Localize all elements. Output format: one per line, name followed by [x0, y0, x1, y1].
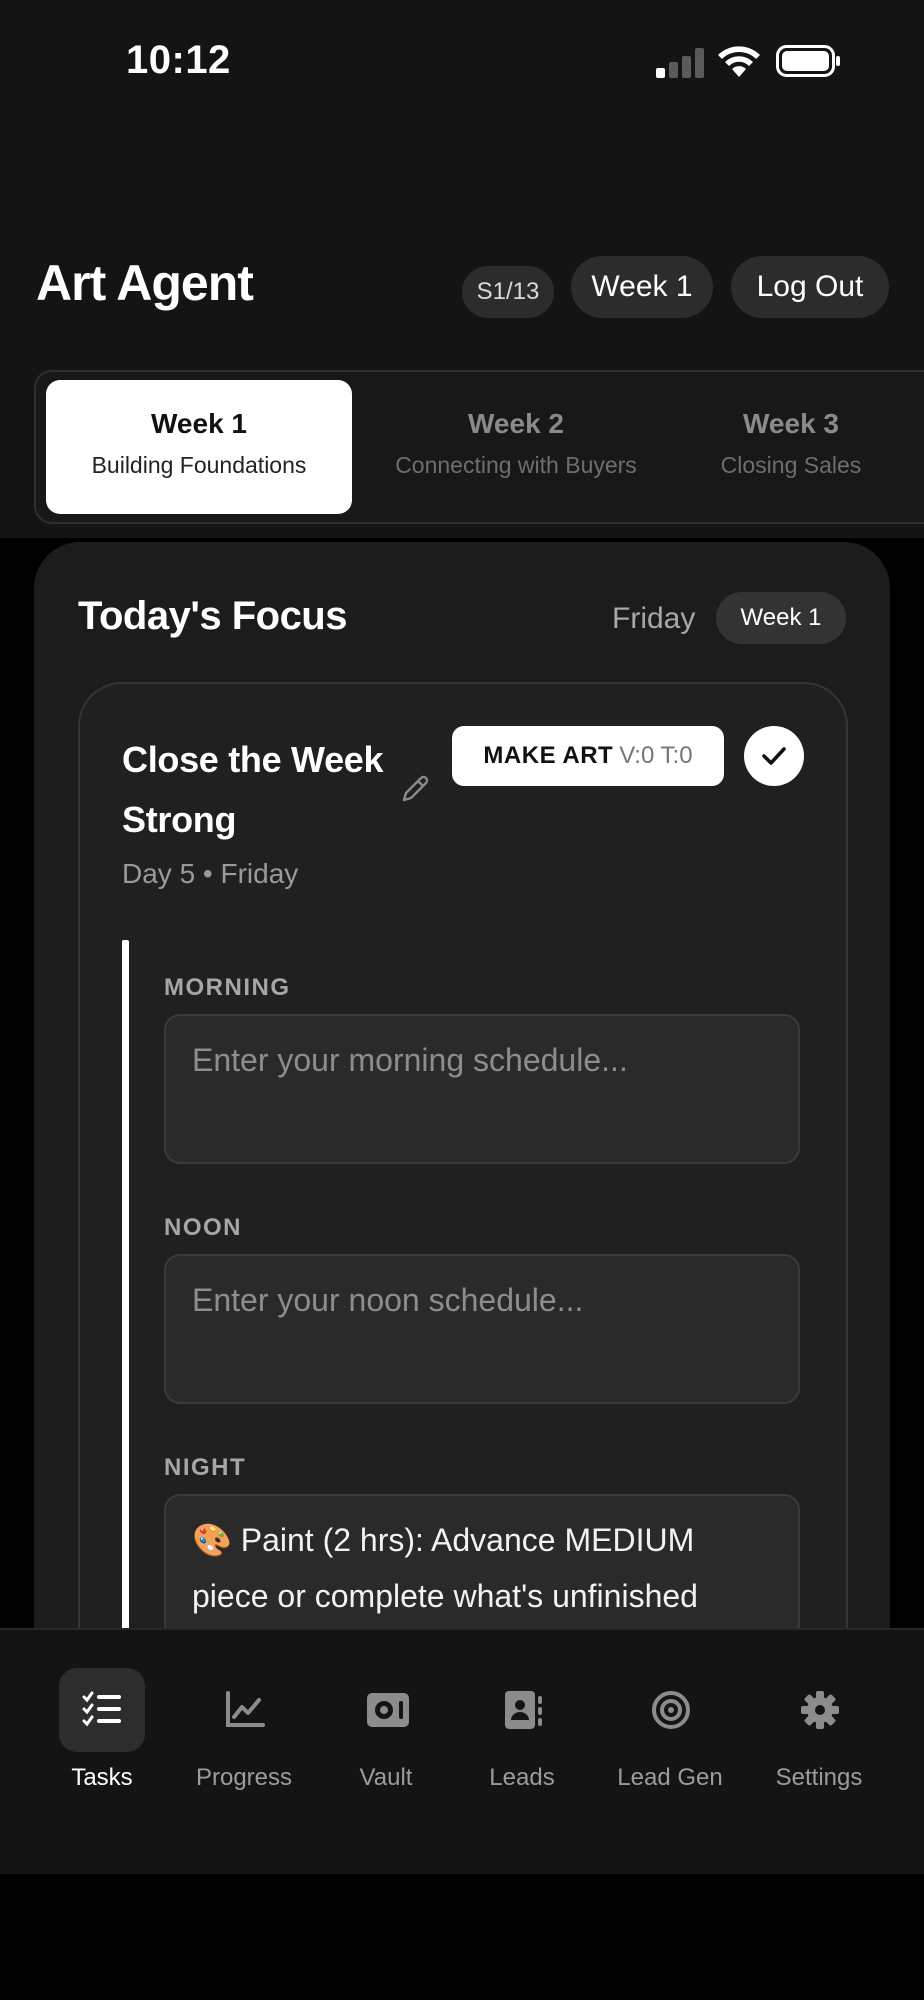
session-badge: S1/13 [462, 266, 554, 318]
nav-icon-container [479, 1668, 565, 1752]
todays-focus-card: Today's Focus Friday Week 1 Close the We… [34, 542, 890, 1628]
logout-button[interactable]: Log Out [731, 256, 889, 318]
focus-day: Friday [612, 602, 696, 635]
week-tabs-band: Week 1 Building Foundations Week 2 Conne… [0, 356, 924, 538]
vault-icon [367, 1693, 409, 1727]
nav-lead-gen[interactable]: Lead Gen [600, 1668, 740, 1808]
battery-icon [776, 45, 840, 77]
gear-icon [801, 1691, 839, 1729]
target-icon [652, 1691, 690, 1729]
nav-label: Settings [775, 1764, 863, 1791]
status-time: 10:12 [126, 38, 231, 82]
focus-title: Today's Focus [78, 594, 348, 638]
app-header: Art Agent S1/13 Week 1 Log Out [0, 130, 924, 356]
task-title: Close the Week Strong [122, 739, 384, 840]
nav-label: Tasks [71, 1764, 133, 1791]
morning-schedule-input[interactable]: Enter your morning schedule... [164, 1014, 800, 1164]
tab-title: Week 2 [468, 408, 564, 439]
nav-label: Lead Gen [617, 1764, 723, 1791]
tab-subtitle: Closing Sales [720, 452, 862, 478]
nav-icon-container [343, 1668, 429, 1752]
nav-progress[interactable]: Progress [174, 1668, 314, 1808]
nav-settings[interactable]: Settings [749, 1668, 889, 1808]
status-bar: 10:12 [0, 0, 924, 130]
timeline-bar [122, 940, 129, 1628]
focus-week-badge: Week 1 [716, 592, 846, 644]
tab-subtitle: Connecting with Buyers [395, 452, 637, 478]
nav-icon-container [627, 1668, 713, 1752]
main-content: Today's Focus Friday Week 1 Close the We… [0, 538, 924, 1628]
noon-label: NOON [164, 1214, 242, 1241]
complete-task-button[interactable] [744, 726, 804, 786]
app-screen: 10:12 Art Agent S1/13 Week 1 Log Out Wee… [0, 0, 924, 2000]
week-tabs: Week 1 Building Foundations Week 2 Conne… [34, 370, 924, 524]
tab-week-1[interactable]: Week 1 Building Foundations [46, 380, 352, 514]
cellular-signal-icon [656, 48, 704, 78]
task-subtitle: Day 5 • Friday [122, 858, 299, 889]
home-indicator-area [0, 1874, 924, 2000]
app-title: Art Agent [36, 255, 254, 311]
pencil-edit-icon[interactable] [398, 772, 432, 806]
nav-label: Vault [359, 1764, 413, 1791]
make-art-label: MAKE ART [483, 742, 614, 769]
nav-leads[interactable]: Leads [452, 1668, 592, 1808]
task-card: Close the Week Strong MAKE ART V:0 T:0 Da… [78, 682, 848, 1628]
nav-icon-container [201, 1668, 287, 1752]
tab-week-3[interactable]: Week 3 Closing Sales [666, 380, 916, 514]
wifi-icon [718, 46, 760, 77]
make-art-button[interactable]: MAKE ART V:0 T:0 [452, 726, 724, 786]
week-button[interactable]: Week 1 [571, 256, 713, 318]
checkmark-icon [762, 747, 786, 765]
tab-title: Week 1 [151, 408, 247, 439]
bottom-nav: Tasks Progress Vault Leads Lead Gen Sett… [0, 1628, 924, 1874]
tab-subtitle: Building Foundations [91, 452, 307, 478]
night-label: NIGHT [164, 1454, 247, 1481]
night-schedule-input[interactable]: 🎨 Paint (2 hrs): Advance MEDIUM piece or… [164, 1494, 800, 1628]
tab-title: Week 3 [743, 408, 839, 439]
nav-label: Leads [489, 1764, 555, 1791]
nav-icon-container [776, 1668, 862, 1752]
chart-icon [226, 1691, 265, 1727]
morning-label: MORNING [164, 974, 291, 1001]
nav-tasks[interactable]: Tasks [32, 1668, 172, 1808]
make-art-counts: V:0 T:0 [619, 742, 693, 769]
nav-vault[interactable]: Vault [316, 1668, 456, 1808]
nav-label: Progress [195, 1764, 293, 1791]
tab-week-2[interactable]: Week 2 Connecting with Buyers [366, 380, 666, 514]
noon-schedule-input[interactable]: Enter your noon schedule... [164, 1254, 800, 1404]
nav-icon-container [59, 1668, 145, 1752]
contacts-icon [505, 1691, 542, 1729]
tasks-icon [82, 1691, 121, 1727]
